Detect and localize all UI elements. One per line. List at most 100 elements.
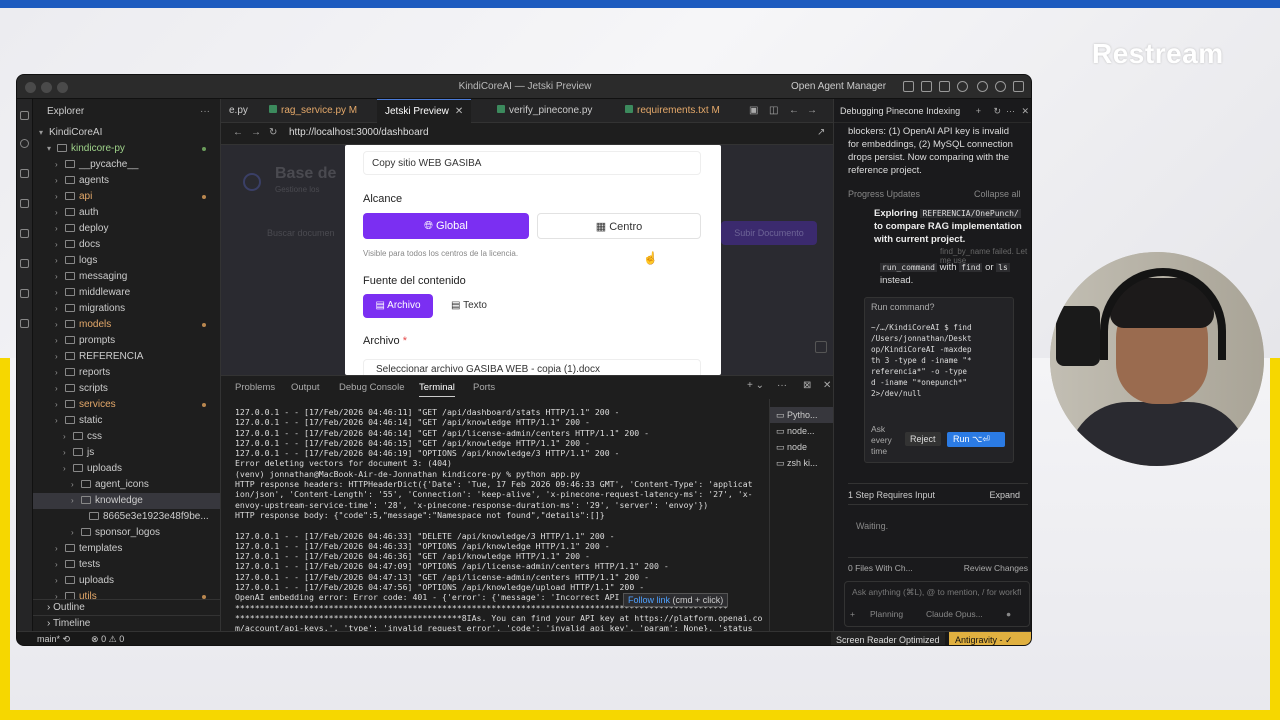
panel-toggle-icon[interactable] <box>939 81 950 92</box>
archivo-source-button[interactable]: ▤ Archivo <box>363 294 433 318</box>
tab-jetski-preview[interactable]: Jetski Preview ✕ <box>377 99 472 123</box>
outline-section[interactable]: › Outline <box>33 599 221 615</box>
tree-item[interactable]: › static <box>33 413 220 429</box>
tree-item[interactable]: › middleware <box>33 285 220 301</box>
tree-item[interactable]: › __pycache__ <box>33 157 220 173</box>
open-external-icon[interactable]: ↗ <box>817 127 825 138</box>
terminal-session-python[interactable]: ▭ Pytho... <box>770 407 833 423</box>
texto-source-button[interactable]: ▤ Texto <box>441 294 497 318</box>
reject-button[interactable]: Reject <box>905 432 941 446</box>
remote-icon[interactable] <box>20 259 29 268</box>
docker-icon[interactable] <box>20 319 29 328</box>
tree-item[interactable]: › tests <box>33 557 220 573</box>
branch-indicator[interactable]: main* ⟲ <box>37 634 70 645</box>
expand-button[interactable]: Expand <box>989 484 1020 506</box>
global-scope-button[interactable]: 🌐︎ Global <box>363 213 529 239</box>
panel-icon[interactable] <box>815 341 827 353</box>
source-control-icon[interactable] <box>20 169 29 178</box>
tree-item[interactable]: › models <box>33 317 220 333</box>
more-actions-icon[interactable]: ··· <box>200 99 210 125</box>
tree-item[interactable]: › uploads <box>33 573 220 589</box>
upload-document-button[interactable]: Subir Documento <box>721 221 817 245</box>
screen-reader-status[interactable]: Screen Reader Optimized <box>831 632 945 645</box>
follow-link[interactable]: Follow link <box>628 595 670 605</box>
planning-mode-select[interactable]: Planning <box>870 609 903 619</box>
terminal-session-node-1[interactable]: ▭ node... <box>770 423 833 439</box>
microphone-icon[interactable]: ● <box>1006 609 1011 619</box>
search-icon[interactable] <box>20 139 29 148</box>
tree-project[interactable]: ▾ kindicore-py <box>33 141 220 157</box>
explorer-icon[interactable] <box>20 111 29 120</box>
search-input[interactable]: Buscar documen <box>239 223 339 243</box>
tab-requirements[interactable]: requirements.txt M <box>617 99 728 123</box>
extensions-icon[interactable] <box>20 229 29 238</box>
maximize-panel-icon[interactable]: ⊠ <box>803 380 811 391</box>
tree-item[interactable]: › messaging <box>33 269 220 285</box>
add-context-icon[interactable]: + <box>850 609 855 619</box>
close-icon[interactable]: ✕ <box>1021 99 1029 123</box>
tree-item[interactable]: › js <box>33 445 220 461</box>
tab-problems[interactable]: Problems <box>235 382 275 393</box>
forward-icon[interactable]: → <box>807 105 817 116</box>
more-icon[interactable]: ··· <box>1006 99 1015 123</box>
tree-item[interactable]: › prompts <box>33 333 220 349</box>
tree-root[interactable]: ▾ KindiCoreAI <box>33 125 220 141</box>
reload-icon[interactable]: ↻ <box>269 127 277 138</box>
tab-e-py[interactable]: e.py <box>221 99 256 123</box>
url-field[interactable]: http://localhost:3000/dashboard <box>289 127 429 138</box>
antigravity-status[interactable]: Antigravity - ✓ <box>949 632 1031 645</box>
tree-item[interactable]: › uploads <box>33 461 220 477</box>
terminal-session-node-2[interactable]: ▭ node <box>770 439 833 455</box>
timeline-section[interactable]: › Timeline <box>33 615 221 631</box>
tree-item[interactable]: › api <box>33 189 220 205</box>
tree-item[interactable]: › sponsor_logos <box>33 525 220 541</box>
terminal-session-zsh[interactable]: ▭ zsh ki... <box>770 455 833 471</box>
search-icon[interactable] <box>957 81 968 92</box>
tree-item[interactable]: 8665e3e1923e48f9be... <box>33 509 220 525</box>
model-select[interactable]: Claude Opus... <box>926 609 983 619</box>
tree-item[interactable]: › REFERENCIA <box>33 349 220 365</box>
centro-scope-button[interactable]: ▦ Centro <box>537 213 701 239</box>
tab-output[interactable]: Output <box>291 382 320 393</box>
forward-arrow-icon[interactable]: → <box>251 127 261 138</box>
close-icon[interactable]: ✕ <box>455 106 463 117</box>
document-name-input[interactable]: Copy sitio WEB GASIBA <box>363 151 701 175</box>
tree-item[interactable]: › docs <box>33 237 220 253</box>
run-button[interactable]: Run ⌥⏎ <box>947 432 1005 447</box>
back-arrow-icon[interactable]: ← <box>233 127 243 138</box>
step-requires-input[interactable]: 1 Step Requires Input Expand <box>848 483 1028 505</box>
gear-icon[interactable] <box>977 81 988 92</box>
back-icon[interactable]: ← <box>789 105 799 116</box>
tab-terminal[interactable]: Terminal <box>419 382 455 397</box>
tree-item[interactable]: › deploy <box>33 221 220 237</box>
more-icon[interactable] <box>1013 81 1024 92</box>
ask-every-time-select[interactable]: Ask every time <box>871 424 892 457</box>
tree-item[interactable]: › migrations <box>33 301 220 317</box>
new-terminal-icon[interactable]: + ⌄ <box>747 380 764 391</box>
sidebar-toggle-icon[interactable] <box>921 81 932 92</box>
problems-indicator[interactable]: ⊗ 0 ⚠ 0 <box>91 634 124 645</box>
tab-debug-console[interactable]: Debug Console <box>339 382 405 393</box>
tree-item[interactable]: › agents <box>33 173 220 189</box>
columns-icon[interactable]: ◫ <box>769 105 778 116</box>
add-icon[interactable]: + <box>976 99 981 123</box>
testing-icon[interactable] <box>20 289 29 298</box>
terminal-output[interactable]: 127.0.0.1 - - [17/Feb/2026 04:46:11] "GE… <box>221 399 769 631</box>
tree-item[interactable]: › scripts <box>33 381 220 397</box>
file-picker[interactable]: Seleccionar archivo GASIBA WEB - copia (… <box>363 359 701 375</box>
review-changes-button[interactable]: Review Changes <box>964 558 1028 578</box>
tree-item[interactable]: › agent_icons <box>33 477 220 493</box>
tree-item[interactable]: › knowledge <box>33 493 220 509</box>
run-debug-icon[interactable] <box>20 199 29 208</box>
collapse-all-button[interactable]: Collapse all <box>974 189 1021 199</box>
tree-item[interactable]: › services <box>33 397 220 413</box>
tree-item[interactable]: › reports <box>33 365 220 381</box>
tree-item[interactable]: › auth <box>33 205 220 221</box>
history-icon[interactable]: ↻ <box>993 99 1001 123</box>
files-changed-label[interactable]: 0 Files With Ch... <box>848 563 913 573</box>
tree-item[interactable]: › css <box>33 429 220 445</box>
open-agent-manager-button[interactable]: Open Agent Manager <box>791 81 886 92</box>
more-icon[interactable]: ··· <box>777 380 787 391</box>
tab-rag-service[interactable]: rag_service.py M <box>261 99 365 123</box>
layout-icon[interactable] <box>903 81 914 92</box>
